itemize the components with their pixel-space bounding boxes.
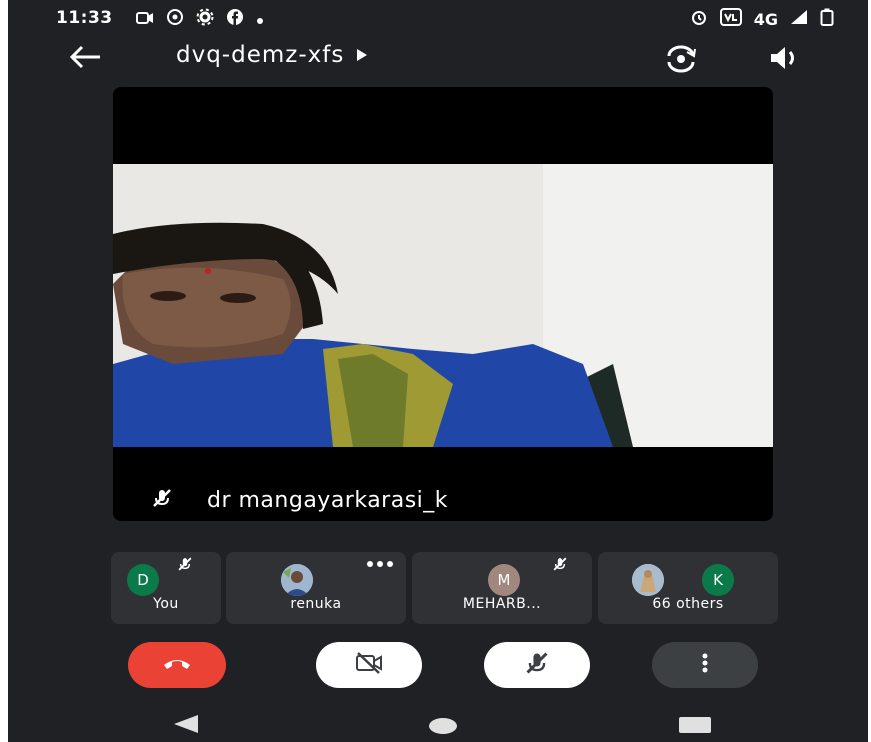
main-video-tile[interactable]: dr mangayarkarasi_k — [113, 87, 773, 521]
meeting-title[interactable]: dvq-demz-xfs — [176, 42, 368, 68]
end-call-button[interactable] — [128, 642, 226, 688]
camera-toggle-button[interactable] — [316, 642, 422, 688]
video-notification-icon — [136, 10, 154, 29]
avatar: M — [488, 564, 520, 596]
facebook-icon — [226, 8, 244, 30]
speaker-name: dr mangayarkarasi_k — [207, 487, 449, 513]
nav-recents-icon[interactable] — [678, 716, 712, 738]
more-options-button[interactable] — [652, 642, 758, 688]
more-vertical-icon — [701, 652, 709, 678]
play-arrow-icon — [356, 42, 368, 68]
participant-label: MEHARB... — [462, 596, 542, 612]
dot-icon — [256, 10, 264, 29]
whatsapp-icon — [166, 8, 184, 30]
mic-off-icon — [151, 487, 173, 513]
camera-off-icon — [354, 651, 384, 679]
mic-off-icon — [524, 650, 550, 680]
participant-card-meharb[interactable]: M MEHARB... — [412, 552, 592, 624]
nav-home-icon[interactable] — [428, 716, 458, 740]
more-options-icon[interactable] — [366, 554, 394, 573]
participant-card-others[interactable]: K 66 others — [598, 552, 778, 624]
meeting-header: dvq-demz-xfs — [8, 36, 868, 82]
alarm-icon — [690, 8, 708, 30]
avatar — [632, 564, 664, 596]
avatar — [281, 564, 313, 596]
mic-toggle-button[interactable] — [484, 642, 590, 688]
avatar: K — [702, 564, 734, 596]
camera-flip-icon[interactable] — [663, 44, 699, 78]
meeting-code: dvq-demz-xfs — [176, 42, 345, 68]
meet-call-screen: 11:33 4G dvq-demz-xfs dr mangayarkarasi_… — [8, 0, 868, 742]
participant-card-you[interactable]: D You — [111, 552, 221, 624]
system-nav-bar — [8, 700, 868, 742]
signal-icon — [790, 9, 808, 29]
battery-icon — [820, 8, 834, 30]
speaker-video — [113, 164, 773, 447]
participant-label: 66 others — [652, 596, 724, 612]
participant-label: You — [153, 596, 179, 612]
avatar: D — [127, 564, 159, 596]
speaker-name-bar: dr mangayarkarasi_k — [151, 487, 448, 513]
settings-icon — [196, 8, 214, 30]
speaker-icon[interactable] — [768, 44, 802, 76]
mic-off-icon — [552, 556, 568, 576]
network-type: 4G — [753, 9, 778, 29]
nav-back-icon[interactable] — [172, 714, 202, 738]
mic-off-icon — [177, 556, 193, 576]
back-icon[interactable] — [68, 44, 102, 74]
participant-card-renuka[interactable]: renuka — [226, 552, 406, 624]
phone-hangup-icon — [162, 655, 192, 675]
status-bar: 11:33 4G — [8, 0, 868, 36]
participant-label: renuka — [290, 596, 342, 612]
volte-icon — [719, 8, 742, 30]
status-time: 11:33 — [56, 8, 113, 28]
